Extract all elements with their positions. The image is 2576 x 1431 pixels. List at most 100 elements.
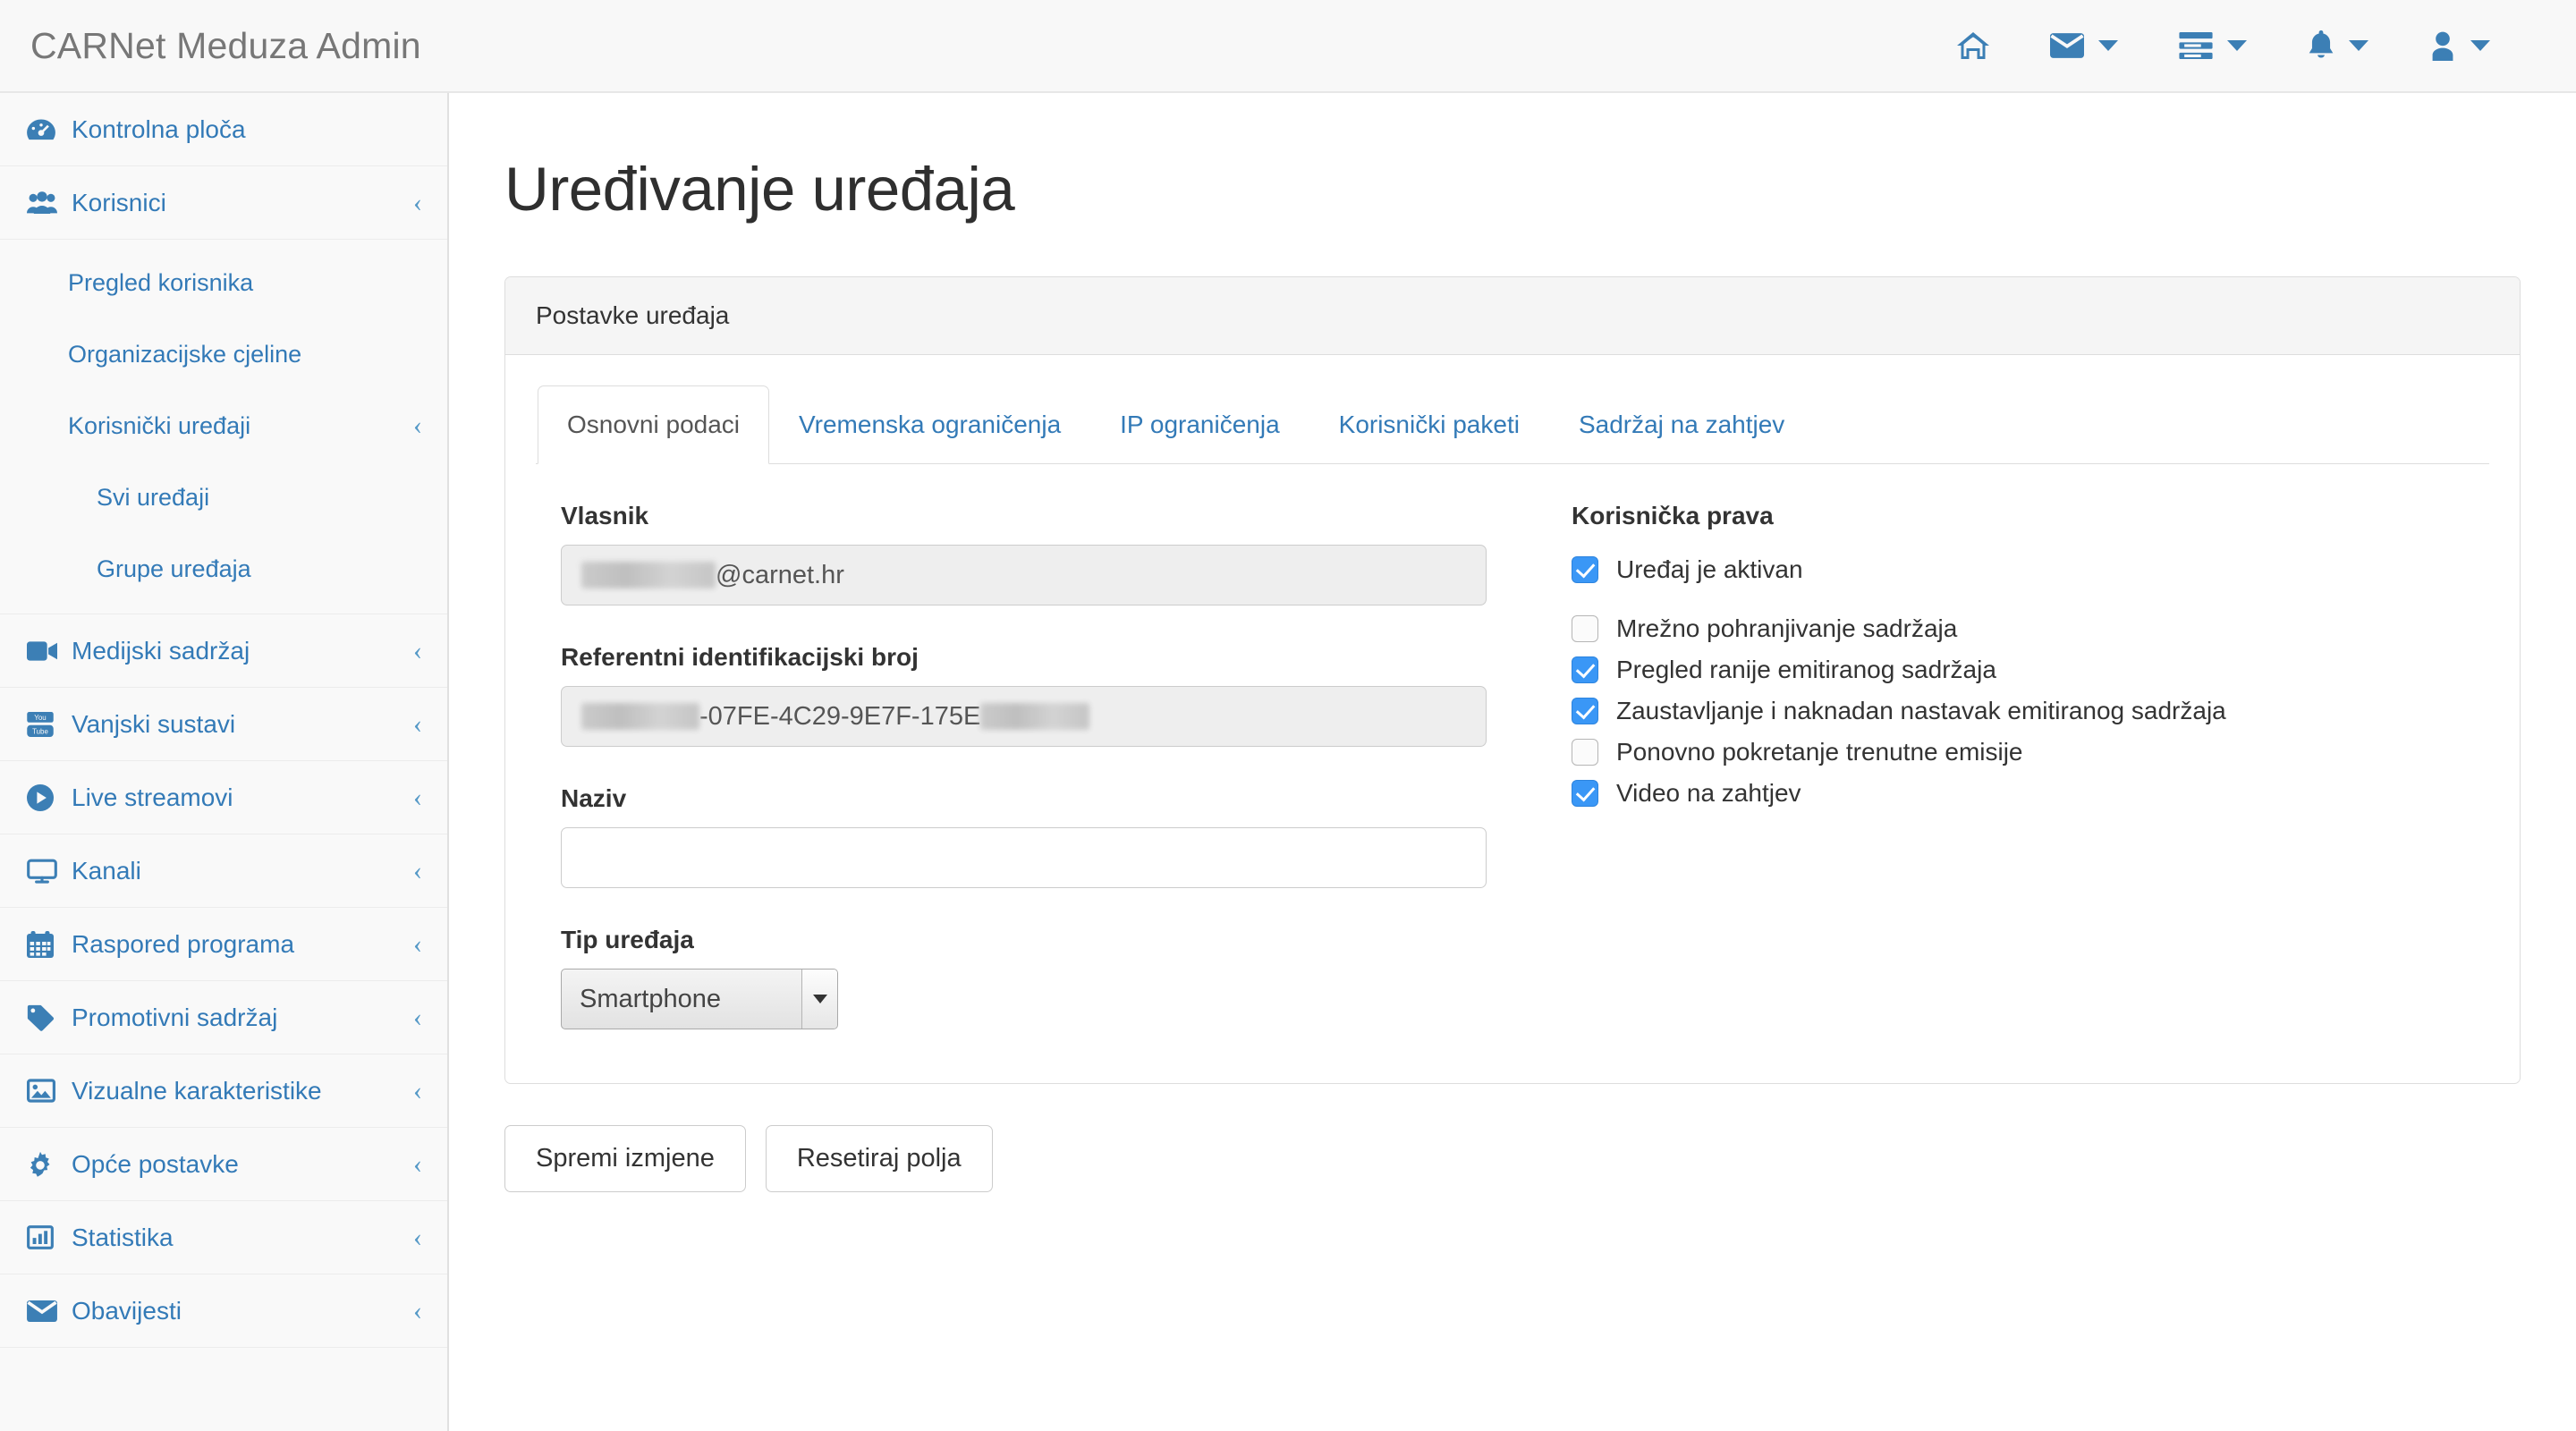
youtube-icon: You Tube <box>27 711 66 737</box>
tab-sadrzaj-na-zahtjev[interactable]: Sadržaj na zahtjev <box>1549 385 1814 464</box>
checkbox-label: Pregled ranije emitiranog sadržaja <box>1616 656 1996 683</box>
sidebar-item-medijski-sadrzaj[interactable]: Medijski sadržaj ‹ <box>0 614 447 688</box>
referentni-value: -07FE-4C29-9E7F-175E <box>699 701 981 731</box>
sidebar-item-organizacijske-cjeline[interactable]: Organizacijske cjeline <box>0 318 447 390</box>
tip-uredaja-select[interactable]: Smartphone <box>561 969 838 1029</box>
chevron-down-icon <box>2349 40 2368 51</box>
referentni-input[interactable]: -07FE-4C29-9E7F-175E <box>561 686 1487 747</box>
field-tip-uredaja: Tip uređaja Smartphone <box>561 926 1529 1029</box>
nav-home-button[interactable] <box>1927 0 2020 92</box>
sidebar: Kontrolna ploča Korisnici ‹ Pregled kori… <box>0 93 449 1431</box>
dashboard-icon <box>27 118 66 141</box>
tab-osnovni-podaci[interactable]: Osnovni podaci <box>538 385 770 464</box>
calendar-icon <box>27 930 66 958</box>
sidebar-item-opce-postavke[interactable]: Opće postavke ‹ <box>0 1128 447 1201</box>
chevron-left-icon[interactable]: ‹ <box>413 1297 422 1325</box>
sidebar-item-kontrolna-ploca[interactable]: Kontrolna ploča <box>0 93 447 166</box>
svg-text:Tube: Tube <box>32 727 48 735</box>
checkbox-pregled-ranije-emitiranog[interactable] <box>1572 656 1598 683</box>
sidebar-item-label: Statistika <box>72 1223 174 1251</box>
checkbox-label: Ponovno pokretanje trenutne emisije <box>1616 738 2023 766</box>
sidebar-item-live-streamovi[interactable]: Live streamovi ‹ <box>0 761 447 834</box>
checkbox-ponovno-pokretanje[interactable] <box>1572 739 1598 766</box>
sidebar-item-svi-uredaji[interactable]: Svi uređaji <box>0 461 447 533</box>
checkbox-row-zaustavljanje-nastavak[interactable]: Zaustavljanje i naknadan nastavak emitir… <box>1572 697 2489 725</box>
sidebar-item-grupe-uredaja[interactable]: Grupe uređaja <box>0 533 447 605</box>
chevron-down-icon[interactable] <box>801 970 837 1029</box>
save-changes-button[interactable]: Spremi izmjene <box>504 1125 746 1192</box>
chevron-left-icon[interactable]: ‹ <box>413 1224 422 1251</box>
form-area: Vlasnik @carnet.hr Referentni identifika… <box>536 464 2489 1029</box>
sidebar-subitem-label: Svi uređaji <box>97 483 210 511</box>
checkbox-row-ponovno-pokretanje[interactable]: Ponovno pokretanje trenutne emisije <box>1572 738 2489 766</box>
sidebar-item-vanjski-sustavi[interactable]: You Tube Vanjski sustavi ‹ <box>0 688 447 761</box>
envelope-icon <box>2050 33 2084 58</box>
sidebar-item-label: Kanali <box>72 856 141 885</box>
sidebar-item-raspored-programa[interactable]: Raspored programa ‹ <box>0 908 447 981</box>
checkbox-mrezno-pohranjivanje[interactable] <box>1572 615 1598 642</box>
checkbox-row-pregled-ranije-emitiranog[interactable]: Pregled ranije emitiranog sadržaja <box>1572 656 2489 684</box>
sidebar-item-label: Medijski sadržaj <box>72 636 250 665</box>
sidebar-item-label: Promotivni sadržaj <box>72 1003 278 1031</box>
chevron-left-icon[interactable]: ‹ <box>413 1003 422 1031</box>
sidebar-item-promotivni-sadrzaj[interactable]: Promotivni sadržaj ‹ <box>0 981 447 1054</box>
panel-body: Osnovni podaci Vremenska ograničenja IP … <box>505 355 2520 1083</box>
reset-fields-button[interactable]: Resetiraj polja <box>765 1125 993 1192</box>
chevron-left-icon[interactable]: ‹ <box>413 1150 422 1178</box>
referentni-label: Referentni identifikacijski broj <box>561 643 919 671</box>
envelope-icon <box>27 1300 66 1322</box>
sidebar-item-label: Raspored programa <box>72 929 295 958</box>
admin-page: CARNet Meduza Admin Kontrolna ploča Kori… <box>0 0 2576 1431</box>
chevron-left-icon[interactable]: ‹ <box>413 1077 422 1105</box>
sidebar-item-vizualne-karakteristike[interactable]: Vizualne karakteristike ‹ <box>0 1054 447 1128</box>
field-vlasnik: Vlasnik @carnet.hr <box>561 502 1529 605</box>
tab-ip-ogranicenja[interactable]: IP ograničenja <box>1090 385 1309 464</box>
sidebar-item-statistika[interactable]: Statistika ‹ <box>0 1201 447 1274</box>
chevron-left-icon[interactable]: ‹ <box>413 857 422 885</box>
gear-icon <box>27 1151 66 1178</box>
sidebar-subitem-label: Grupe uređaja <box>97 555 251 582</box>
user-icon <box>2429 31 2456 61</box>
chevron-left-icon[interactable]: ‹ <box>413 783 422 811</box>
checkbox-row-uredaj-je-aktivan[interactable]: Uređaj je aktivan <box>1572 555 2489 584</box>
checkbox-zaustavljanje-nastavak[interactable] <box>1572 698 1598 724</box>
checkbox-uredaj-je-aktivan[interactable] <box>1572 556 1598 583</box>
sidebar-item-kanali[interactable]: Kanali ‹ <box>0 834 447 908</box>
form-right-column: Korisnička prava Uređaj je aktivan Mrežn… <box>1529 502 2489 1029</box>
top-navbar: CARNet Meduza Admin <box>0 0 2576 93</box>
checkbox-row-video-na-zahtjev[interactable]: Video na zahtjev <box>1572 779 2489 808</box>
sidebar-item-korisnicki-uredaji[interactable]: Korisnički uređaji ‹ <box>0 390 447 461</box>
nav-notifications-button[interactable] <box>2277 0 2399 92</box>
tab-vremenska-ogranicenja[interactable]: Vremenska ograničenja <box>769 385 1090 464</box>
vlasnik-input[interactable]: @carnet.hr <box>561 545 1487 605</box>
chevron-left-icon[interactable]: ‹ <box>413 189 422 216</box>
chevron-down-icon <box>2227 40 2247 51</box>
play-circle-icon <box>27 783 66 811</box>
sidebar-subitem-label: Organizacijske cjeline <box>68 340 302 368</box>
redacted-text <box>581 562 716 588</box>
tab-korisnicki-paketi[interactable]: Korisnički paketi <box>1309 385 1549 464</box>
home-icon <box>1957 30 1989 61</box>
sidebar-item-obavijesti[interactable]: Obavijesti ‹ <box>0 1274 447 1348</box>
chevron-left-icon[interactable]: ‹ <box>413 412 422 439</box>
checkbox-row-mrezno-pohranjivanje[interactable]: Mrežno pohranjivanje sadržaja <box>1572 614 2489 643</box>
chevron-left-icon[interactable]: ‹ <box>413 710 422 738</box>
nav-messages-button[interactable] <box>2020 0 2148 92</box>
checkbox-video-na-zahtjev[interactable] <box>1572 780 1598 807</box>
nav-tasks-button[interactable] <box>2148 0 2277 92</box>
sidebar-item-label: Opće postavke <box>72 1149 239 1178</box>
korisnicka-prava-title: Korisnička prava <box>1572 502 1774 529</box>
sidebar-item-label: Vanjski sustavi <box>72 709 236 738</box>
page-title: Uređivanje uređaja <box>504 155 1015 224</box>
tasks-icon <box>2179 32 2213 59</box>
nav-user-button[interactable] <box>2399 0 2521 92</box>
field-referentni-id: Referentni identifikacijski broj -07FE-4… <box>561 643 1529 747</box>
sidebar-item-pregled-korisnika[interactable]: Pregled korisnika <box>0 247 447 318</box>
sidebar-item-label: Live streamovi <box>72 783 233 811</box>
chevron-left-icon[interactable]: ‹ <box>413 930 422 958</box>
sidebar-item-korisnici[interactable]: Korisnici ‹ <box>0 166 447 240</box>
checkbox-label: Mrežno pohranjivanje sadržaja <box>1616 614 1958 642</box>
app-brand[interactable]: CARNet Meduza Admin <box>0 27 421 64</box>
naziv-input[interactable] <box>561 827 1487 888</box>
chevron-left-icon[interactable]: ‹ <box>413 637 422 665</box>
